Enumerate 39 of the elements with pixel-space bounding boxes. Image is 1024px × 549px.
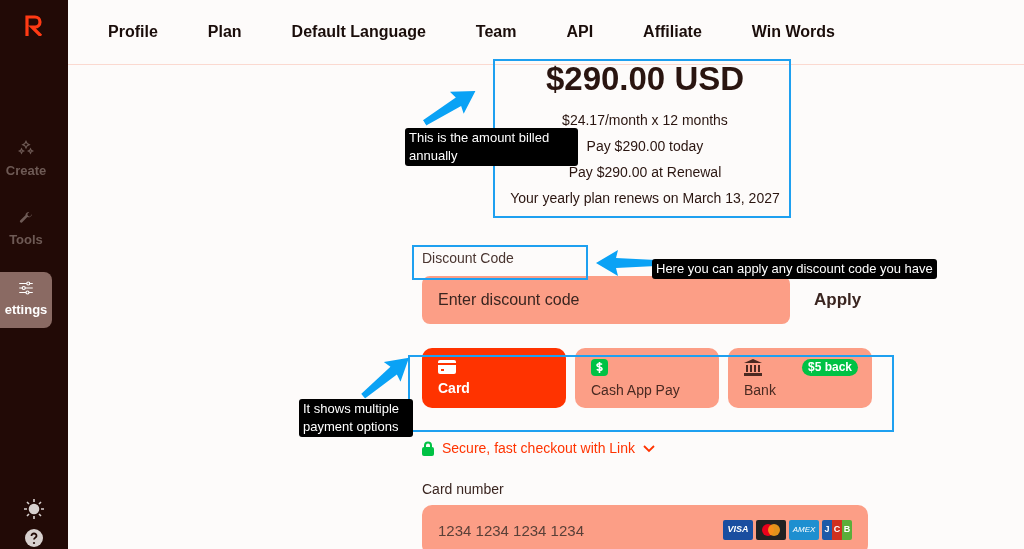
lock-icon: [422, 441, 434, 456]
apply-button[interactable]: Apply: [814, 287, 862, 313]
cashback-badge: $5 back: [801, 359, 858, 376]
payment-method-tab[interactable]: Bank $5 back: [728, 348, 872, 408]
callout: It shows multiple payment options: [299, 399, 413, 437]
nav-tab[interactable]: Profile: [108, 20, 158, 44]
sidebar-item[interactable]: ettings: [0, 272, 52, 328]
bank-icon: [744, 358, 762, 376]
nav-tab[interactable]: Default Language: [291, 20, 426, 44]
payment-method-tab[interactable]: Card: [422, 348, 566, 408]
discount-input[interactable]: Enter discount code: [422, 276, 790, 324]
nav-tab[interactable]: Plan: [207, 20, 242, 44]
price-detail: $24.17/month x 12 months: [562, 111, 728, 130]
nav-tab[interactable]: Affiliate: [643, 20, 702, 44]
price-detail: Pay $290.00 today: [586, 137, 704, 156]
link-checkout-text[interactable]: Secure, fast checkout with Link: [442, 438, 635, 459]
visa-logo: VISA: [723, 520, 753, 540]
callout: This is the amount billed annually: [405, 128, 578, 166]
help-icon[interactable]: [25, 529, 43, 547]
dollar-icon: [591, 358, 608, 376]
amex-logo: AMEX: [789, 520, 819, 540]
callout: Here you can apply any discount code you have: [652, 259, 937, 279]
discount-label: Discount Code: [422, 249, 514, 268]
mastercard-logo: [756, 520, 786, 540]
nav-tab[interactable]: Team: [475, 20, 517, 44]
sun-icon[interactable]: [24, 499, 44, 519]
sliders-icon: [17, 280, 35, 297]
chevron-down-icon[interactable]: [643, 444, 655, 453]
nav-tab[interactable]: API: [566, 20, 594, 44]
card-number-label: Card number: [422, 480, 504, 499]
credit-card-icon: [438, 360, 456, 374]
nav-tab[interactable]: Win Words: [751, 20, 835, 44]
logo-icon[interactable]: [24, 14, 44, 36]
jcb-logo: J C B: [822, 520, 852, 540]
payment-method-tab[interactable]: Cash App Pay: [575, 348, 719, 408]
price-detail: Your yearly plan renews on March 13, 2027: [510, 189, 780, 208]
price-total: $290.00 USD: [545, 59, 745, 99]
price-detail: Pay $290.00 at Renewal: [568, 163, 722, 182]
sparkles-icon: [17, 139, 35, 158]
